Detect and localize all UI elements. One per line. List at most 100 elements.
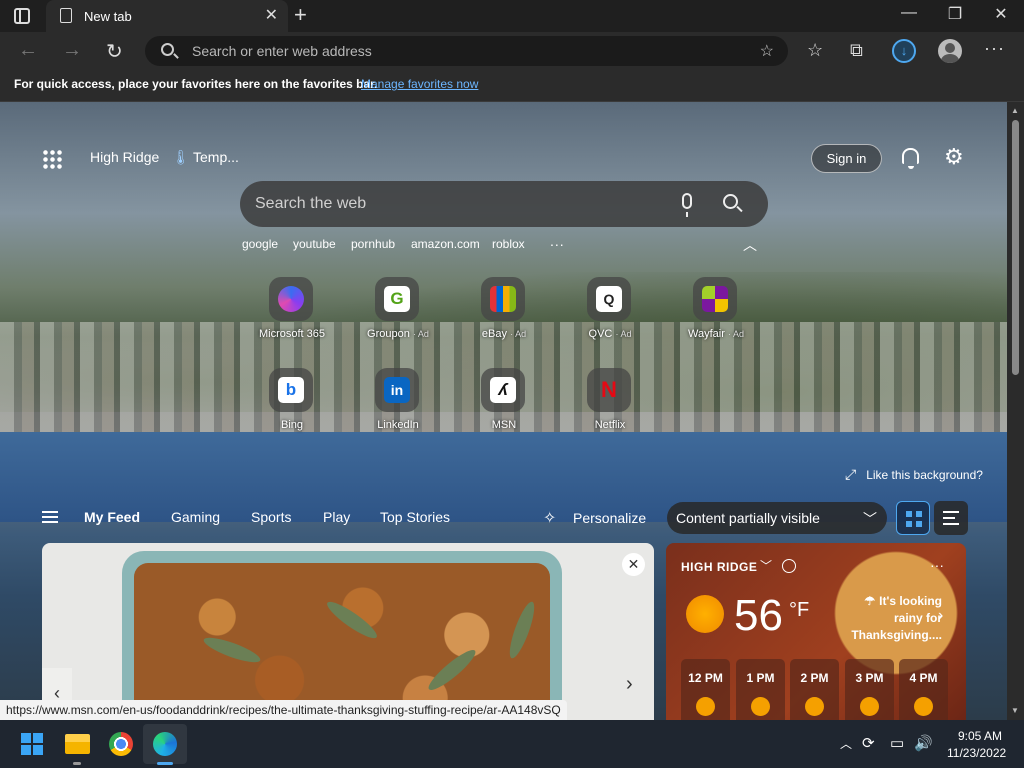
tab-actions-icon[interactable] xyxy=(14,8,30,24)
favorites-bar: For quick access, place your favorites h… xyxy=(0,70,1024,102)
hero-article-card[interactable]: ✕ ‹ › xyxy=(42,543,654,720)
tab-new-tab[interactable]: New tab ✕ xyxy=(46,0,288,32)
notifications-bell-icon[interactable] xyxy=(902,148,919,169)
hourly-forecast[interactable]: 4 PM xyxy=(899,659,948,720)
settings-gear-icon[interactable]: ⚙ xyxy=(944,144,964,170)
web-search-input[interactable] xyxy=(255,181,655,227)
sign-in-button[interactable]: Sign in xyxy=(811,144,882,173)
restore-button[interactable]: ❐ xyxy=(935,4,975,24)
chevron-up-icon[interactable]: ︿ xyxy=(840,735,852,752)
suggestion-pornhub[interactable]: pornhub xyxy=(351,237,395,251)
downloads-icon[interactable]: ↓ xyxy=(892,39,916,63)
bing-logo-icon: b xyxy=(278,377,304,403)
ebay-bag-icon xyxy=(490,286,516,312)
suggestion-amazon[interactable]: amazon.com xyxy=(411,237,480,251)
quick-link-qvc[interactable]: Q QVC · Ad xyxy=(560,277,660,357)
chevron-up-icon[interactable]: ︿ xyxy=(743,235,757,255)
web-search-box[interactable] xyxy=(240,181,768,227)
minimize-button[interactable]: — xyxy=(889,4,929,22)
hourly-forecast[interactable]: 12 PM xyxy=(681,659,730,720)
chevron-down-icon: ﹀ xyxy=(863,511,877,527)
suggestion-youtube[interactable]: youtube xyxy=(293,237,336,251)
more-options-icon[interactable]: ··· xyxy=(984,38,1005,59)
quick-link-tile: Q xyxy=(587,277,631,321)
page-scrollbar[interactable]: ▲ ▼ xyxy=(1007,102,1024,720)
quick-link-linkedin[interactable]: in LinkedIn xyxy=(348,368,448,448)
quick-link-groupon[interactable]: G Groupon · Ad xyxy=(348,277,448,357)
like-background-link[interactable]: ⤢ Like this background? xyxy=(845,466,983,483)
microphone-icon[interactable] xyxy=(682,193,692,217)
carousel-next-icon[interactable]: › xyxy=(626,673,633,696)
tab-sports[interactable]: Sports xyxy=(251,509,291,525)
location-label[interactable]: High Ridge xyxy=(90,149,159,165)
add-favorite-icon[interactable]: ☆ xyxy=(760,41,774,61)
list-view-button[interactable] xyxy=(934,501,968,535)
quick-link-microsoft-365[interactable]: Microsoft 365 xyxy=(242,277,342,357)
manage-favorites-link[interactable]: Manage favorites now xyxy=(361,77,478,91)
quick-link-netflix[interactable]: N Netflix xyxy=(560,368,660,448)
search-submit-icon[interactable] xyxy=(723,194,738,209)
weather-location[interactable]: HIGH RIDGE xyxy=(681,560,757,574)
suggestion-roblox[interactable]: roblox xyxy=(492,237,525,251)
sunny-icon xyxy=(686,595,724,633)
hourly-forecast[interactable]: 2 PM xyxy=(790,659,839,720)
scroll-down-icon[interactable]: ▼ xyxy=(1011,706,1019,715)
quick-link-label: Microsoft 365 xyxy=(258,328,326,340)
windows-start-icon[interactable] xyxy=(21,733,43,755)
weather-temperature: 56 xyxy=(734,591,783,640)
tab-my-feed[interactable]: My Feed xyxy=(84,509,140,525)
address-input[interactable] xyxy=(192,36,752,66)
suggestions-more-icon[interactable]: ... xyxy=(550,233,565,249)
globe-icon[interactable] xyxy=(782,559,796,573)
apps-grid-icon[interactable] xyxy=(42,149,62,169)
weather-card[interactable]: HIGH RIDGE ﹀ ··· 56 °F ☂ It's looking rai… xyxy=(666,543,966,720)
collections-icon[interactable]: ⧉ xyxy=(850,40,863,61)
quick-link-bing[interactable]: b Bing xyxy=(242,368,342,448)
close-window-button[interactable]: ✕ xyxy=(981,4,1021,24)
scroll-up-icon[interactable]: ▲ xyxy=(1011,106,1019,115)
volume-icon[interactable]: 🔊 xyxy=(914,734,933,752)
quick-link-tile xyxy=(269,277,313,321)
address-bar[interactable]: ☆ xyxy=(145,36,788,66)
hourly-forecast[interactable]: 1 PM xyxy=(736,659,785,720)
status-bar-url: https://www.msn.com/en-us/foodanddrink/r… xyxy=(0,700,567,720)
display-icon[interactable]: ▭ xyxy=(890,734,904,752)
tab-play[interactable]: Play xyxy=(323,509,350,525)
grid-view-button[interactable] xyxy=(896,501,930,535)
refresh-icon[interactable]: ↻ xyxy=(106,39,123,64)
suggestion-google[interactable]: google xyxy=(242,237,278,251)
chevron-down-icon[interactable]: ﹀ xyxy=(760,557,772,574)
weather-unit: °F xyxy=(789,599,810,621)
temperature-label[interactable]: Temp... xyxy=(193,149,239,165)
sync-icon[interactable]: ⟳ xyxy=(862,734,875,752)
close-tab-icon[interactable]: ✕ xyxy=(265,5,278,25)
file-explorer-icon[interactable] xyxy=(65,734,90,754)
scroll-thumb[interactable] xyxy=(1012,120,1019,375)
running-indicator xyxy=(73,762,81,765)
more-options-icon[interactable]: ··· xyxy=(930,557,944,573)
quick-link-tile: in xyxy=(375,368,419,412)
close-card-icon[interactable]: ✕ xyxy=(622,553,645,576)
quick-link-wayfair[interactable]: Wayfair · Ad xyxy=(666,277,766,357)
clock-time[interactable]: 9:05 AM xyxy=(958,729,1002,743)
tab-top-stories[interactable]: Top Stories xyxy=(380,509,450,525)
content-visibility-select[interactable]: Content partially visible ﹀ xyxy=(667,502,887,534)
quick-link-msn[interactable]: ʎ MSN xyxy=(454,368,554,448)
personalize-icon[interactable]: ✧ xyxy=(543,508,556,528)
chevron-right-icon[interactable]: › xyxy=(938,607,943,625)
new-tab-button[interactable]: + xyxy=(294,2,307,28)
qvc-logo-icon: Q xyxy=(596,286,622,312)
chrome-icon[interactable] xyxy=(109,732,133,756)
personalize-button[interactable]: Personalize xyxy=(573,510,646,526)
forward-arrow-icon[interactable]: → xyxy=(62,39,82,62)
profile-avatar[interactable] xyxy=(938,39,962,63)
tab-gaming[interactable]: Gaming xyxy=(171,509,220,525)
weather-message[interactable]: ☂ It's looking rainy for Thanksgiving.... xyxy=(846,593,942,644)
hamburger-menu-icon[interactable] xyxy=(42,511,58,523)
hourly-forecast[interactable]: 3 PM xyxy=(845,659,894,720)
clock-date[interactable]: 11/23/2022 xyxy=(947,746,1006,760)
quick-link-ebay[interactable]: eBay · Ad xyxy=(454,277,554,357)
favorites-icon[interactable]: ☆ xyxy=(807,40,823,61)
back-arrow-icon[interactable]: ← xyxy=(18,39,38,62)
edge-icon[interactable] xyxy=(153,732,177,756)
